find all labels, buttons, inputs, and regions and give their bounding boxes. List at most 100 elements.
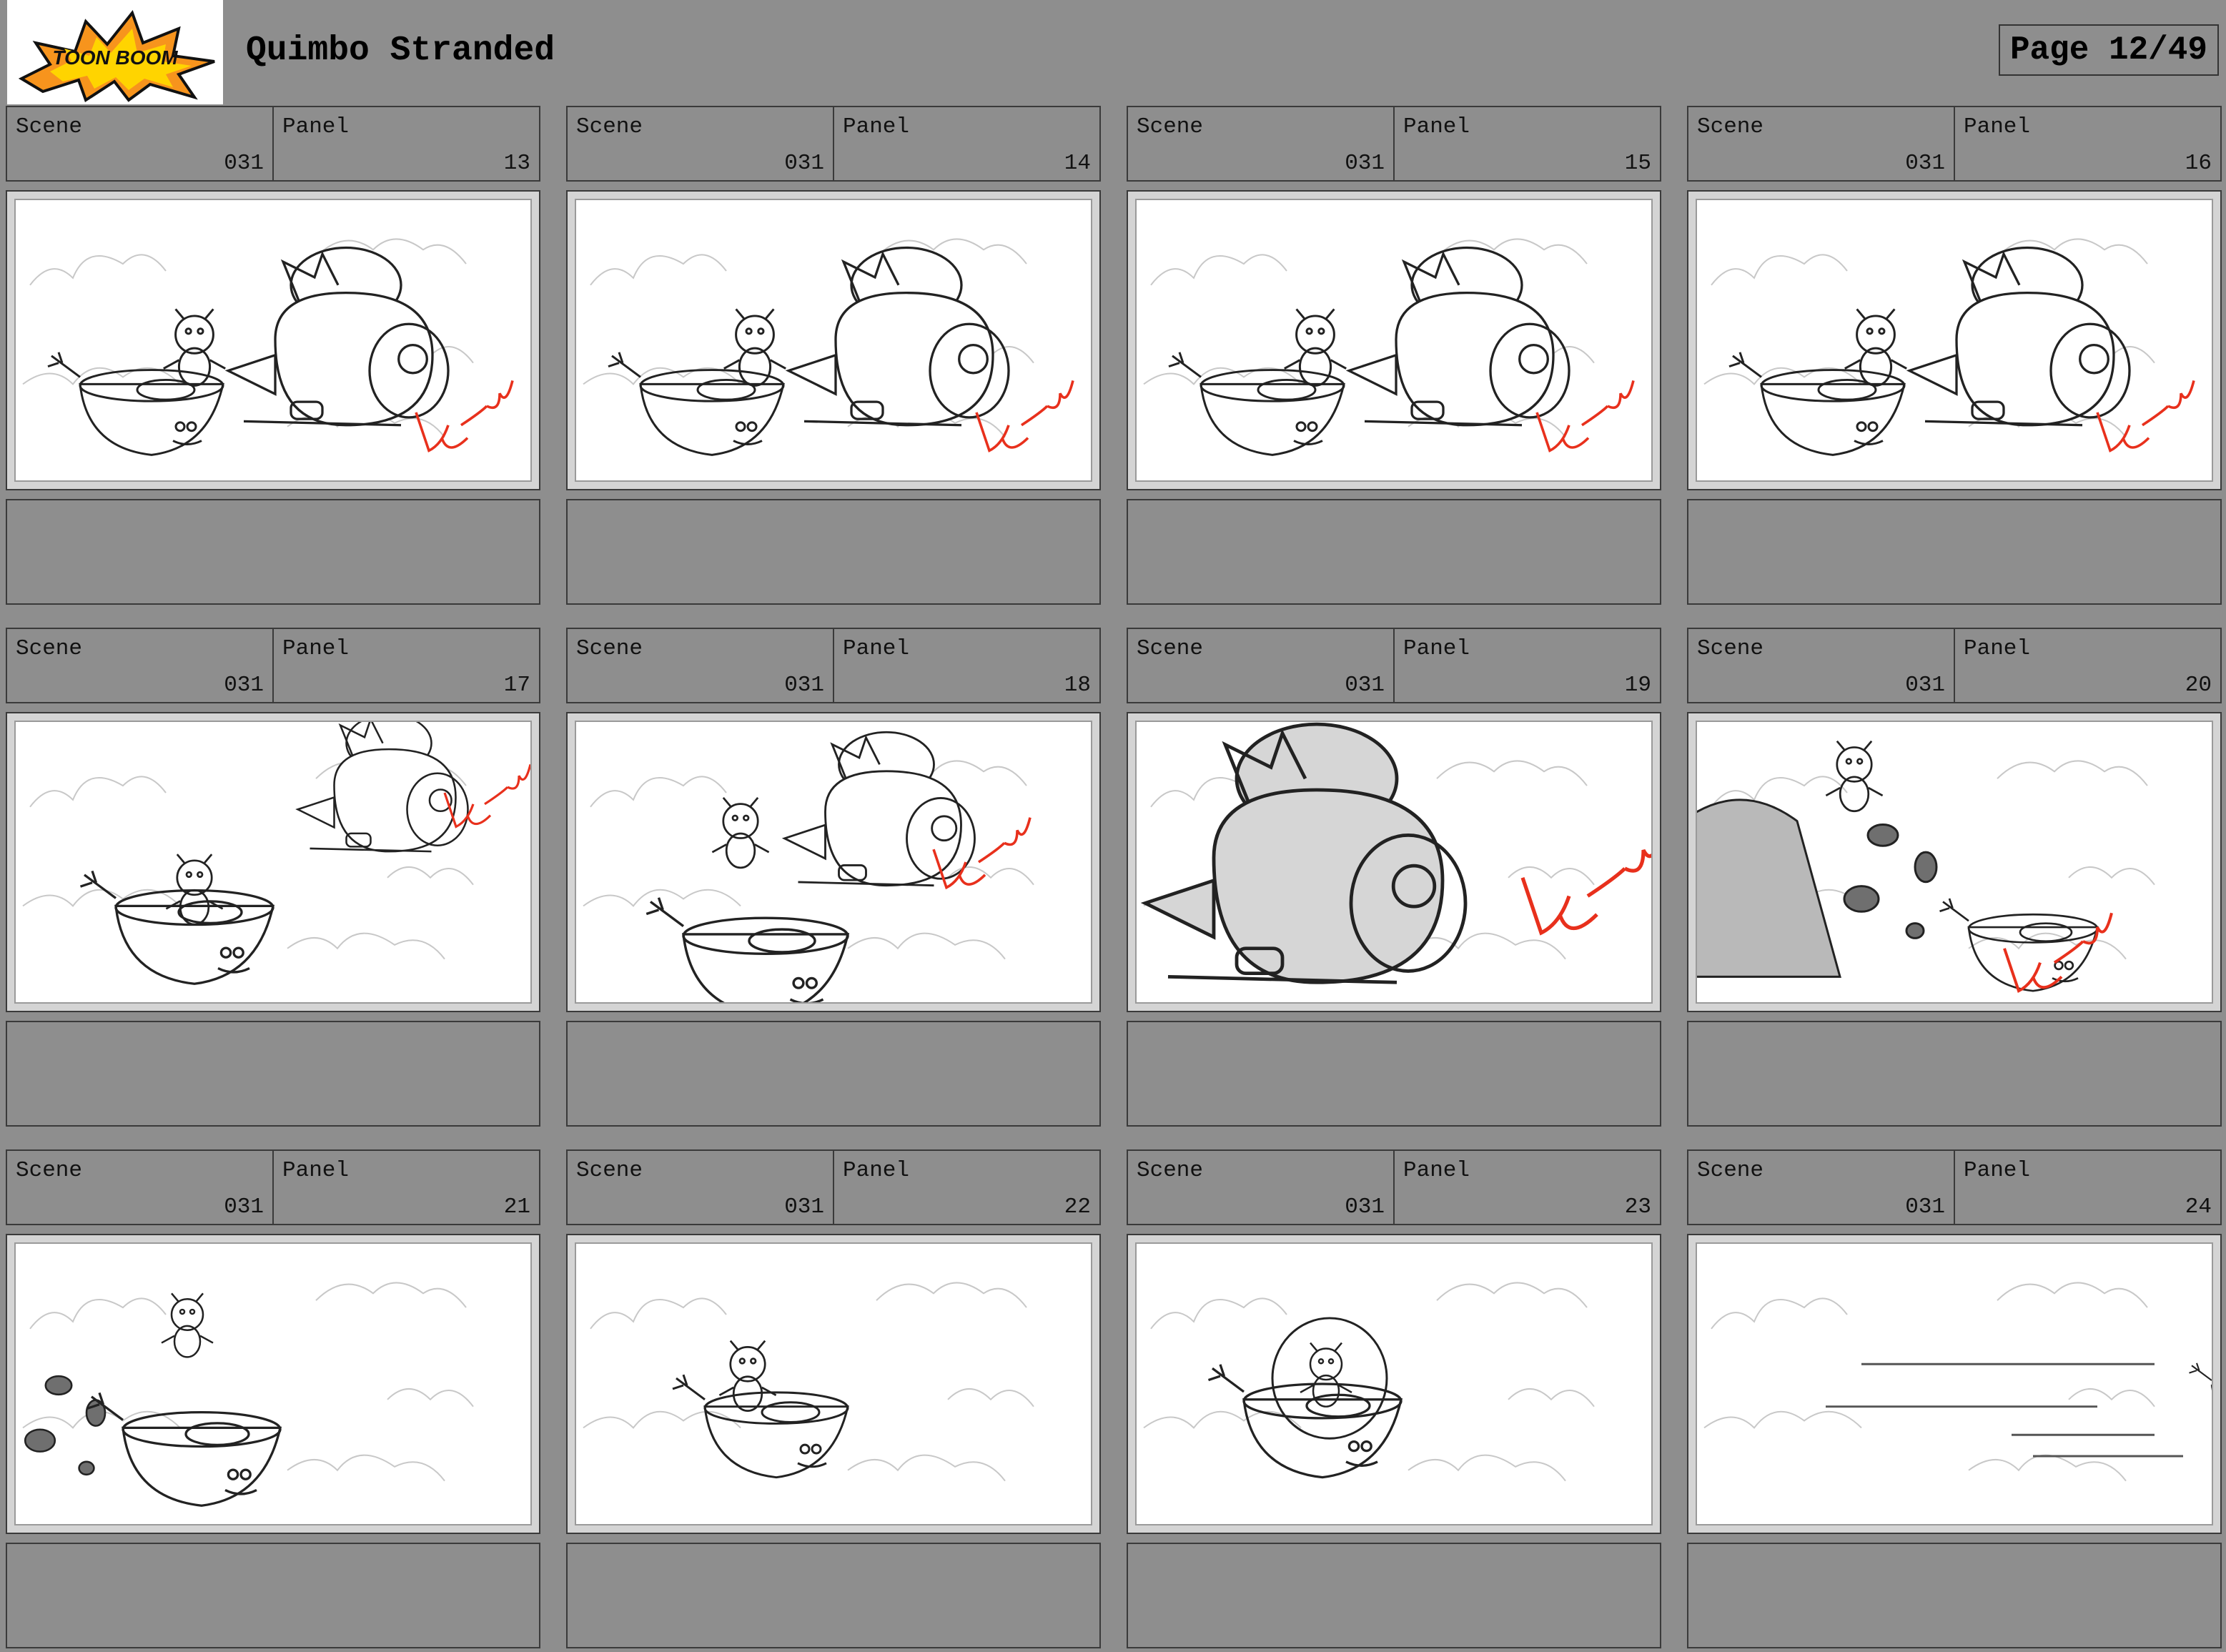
panel-number: 21 xyxy=(503,1195,530,1220)
panel-frame[interactable] xyxy=(566,712,1101,1012)
panel-label: Panel xyxy=(843,114,910,139)
panel-header: Scene 031 Panel 19 xyxy=(1127,628,1661,703)
panel-label: Panel xyxy=(282,114,350,139)
panel-notes[interactable] xyxy=(1127,499,1661,605)
sketch-drawing xyxy=(1697,740,2155,993)
panel-label: Panel xyxy=(843,1158,910,1183)
panel-sketch xyxy=(14,1242,532,1525)
scene-cell: Scene 031 xyxy=(1128,107,1393,180)
panel-label: Panel xyxy=(1964,636,2031,661)
panel-cell: Panel 13 xyxy=(272,107,539,180)
panel-notes[interactable] xyxy=(6,499,540,605)
panel-notes[interactable] xyxy=(566,1543,1101,1648)
panel-sketch xyxy=(1696,721,2213,1004)
panel-frame[interactable] xyxy=(1127,1234,1661,1534)
panel-cell: Panel 20 xyxy=(1954,629,2220,702)
scene-number: 031 xyxy=(784,673,824,698)
sketch-drawing xyxy=(583,1282,1034,1482)
scene-number: 031 xyxy=(1905,673,1945,698)
panel-frame[interactable] xyxy=(1687,1234,2222,1534)
panel-number: 16 xyxy=(2185,151,2212,176)
panel-notes[interactable] xyxy=(6,1543,540,1648)
scene-number: 031 xyxy=(1345,673,1385,698)
scene-number: 031 xyxy=(224,1195,264,1220)
sketch-drawing xyxy=(1143,238,1635,456)
scene-label: Scene xyxy=(1697,636,1764,661)
panel-sketch xyxy=(1135,199,1653,482)
panel-notes[interactable] xyxy=(1687,1543,2222,1648)
panel-sketch xyxy=(1135,1242,1653,1525)
panel-label: Panel xyxy=(1964,114,2031,139)
panel-sketch xyxy=(1696,199,2213,482)
panel-number: 19 xyxy=(1624,673,1651,698)
panel-frame[interactable] xyxy=(6,190,540,490)
sketch-drawing xyxy=(22,238,514,456)
scene-label: Scene xyxy=(1697,114,1764,139)
panel-sketch xyxy=(14,199,532,482)
panel-cell: Panel 24 xyxy=(1954,1151,2220,1224)
scene-number: 031 xyxy=(224,151,264,176)
panel-number: 17 xyxy=(503,673,530,698)
scene-cell: Scene 031 xyxy=(1688,629,1954,702)
scene-cell: Scene 031 xyxy=(568,1151,833,1224)
scene-label: Scene xyxy=(1137,1158,1204,1183)
scene-number: 031 xyxy=(784,1195,824,1220)
panel-notes[interactable] xyxy=(566,499,1101,605)
scene-label: Scene xyxy=(1137,636,1204,661)
panel-number: 23 xyxy=(1624,1195,1651,1220)
panel-number: 14 xyxy=(1064,151,1091,176)
scene-number: 031 xyxy=(784,151,824,176)
panel-sketch xyxy=(1696,1242,2213,1525)
scene-label: Scene xyxy=(576,636,643,661)
panel-cell: Panel 18 xyxy=(833,629,1099,702)
scene-label: Scene xyxy=(16,114,83,139)
panel-number: 15 xyxy=(1624,151,1651,176)
scene-cell: Scene 031 xyxy=(7,1151,272,1224)
panel-header: Scene 031 Panel 13 xyxy=(6,106,540,182)
panel-number: 20 xyxy=(2185,673,2212,698)
sketch-drawing xyxy=(22,1282,474,1507)
logo-burst-icon: TOON BOOM xyxy=(18,9,215,103)
panel-cell: Panel 16 xyxy=(1954,107,2220,180)
scene-number: 031 xyxy=(1905,151,1945,176)
sketch-drawing xyxy=(1703,1282,2212,1482)
panel-number: 24 xyxy=(2185,1195,2212,1220)
panel-label: Panel xyxy=(1964,1158,2031,1183)
panel-frame[interactable] xyxy=(6,712,540,1012)
panel-frame[interactable] xyxy=(566,1234,1101,1534)
scene-label: Scene xyxy=(1697,1158,1764,1183)
scene-cell: Scene 031 xyxy=(7,629,272,702)
panel-label: Panel xyxy=(282,636,350,661)
panel-notes[interactable] xyxy=(1127,1021,1661,1127)
panel-frame[interactable] xyxy=(1127,190,1661,490)
panel-label: Panel xyxy=(282,1158,350,1183)
panel-sketch xyxy=(575,721,1092,1004)
panel-notes[interactable] xyxy=(1687,1021,2222,1127)
panel-frame[interactable] xyxy=(1687,712,2222,1012)
panel-number: 22 xyxy=(1064,1195,1091,1220)
panel-sketch xyxy=(1135,721,1653,1004)
panel-sketch xyxy=(14,721,532,1004)
panel-cell: Panel 19 xyxy=(1393,629,1660,702)
panel-header: Scene 031 Panel 15 xyxy=(1127,106,1661,182)
panel-header: Scene 031 Panel 24 xyxy=(1687,1149,2222,1225)
panel-header: Scene 031 Panel 22 xyxy=(566,1149,1101,1225)
panel-number: 18 xyxy=(1064,673,1091,698)
panel-label: Panel xyxy=(1403,114,1470,139)
sketch-drawing xyxy=(1143,1282,1595,1482)
panel-notes[interactable] xyxy=(1687,499,2222,605)
panel-notes[interactable] xyxy=(6,1021,540,1127)
panel-frame[interactable] xyxy=(1127,712,1661,1012)
panel-notes[interactable] xyxy=(1127,1543,1661,1648)
panel-frame[interactable] xyxy=(566,190,1101,490)
scene-cell: Scene 031 xyxy=(1688,1151,1954,1224)
panel-notes[interactable] xyxy=(566,1021,1101,1127)
panel-frame[interactable] xyxy=(6,1234,540,1534)
panel-number: 13 xyxy=(503,151,530,176)
panel-frame[interactable] xyxy=(1687,190,2222,490)
panel-cell: Panel 14 xyxy=(833,107,1099,180)
scene-label: Scene xyxy=(576,114,643,139)
panel-header: Scene 031 Panel 14 xyxy=(566,106,1101,182)
panel-cell: Panel 15 xyxy=(1393,107,1660,180)
document-title: Quimbo Stranded xyxy=(246,31,555,70)
